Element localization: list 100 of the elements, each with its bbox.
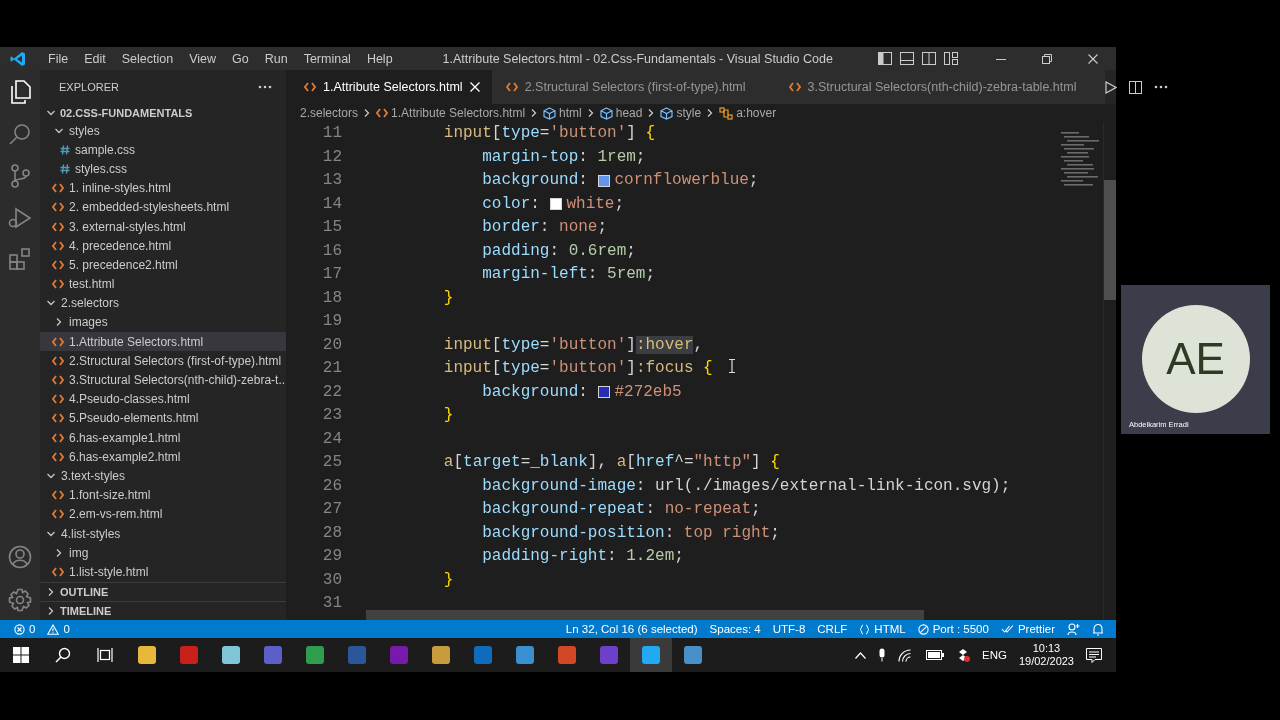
split-editor-icon[interactable] xyxy=(1129,80,1143,94)
tree-item[interactable]: 2.Structural Selectors (first-of-type).html xyxy=(40,351,286,371)
close-icon[interactable] xyxy=(1088,53,1098,64)
line-number: 30 xyxy=(322,569,342,591)
status-item[interactable]: CRLF xyxy=(811,623,854,635)
cube-icon xyxy=(599,106,613,120)
status-item[interactable]: 0 xyxy=(41,623,76,635)
files-icon[interactable] xyxy=(9,80,31,104)
section-header[interactable]: OUTLINE xyxy=(40,582,286,601)
wifi-icon[interactable] xyxy=(898,648,914,662)
tree-item[interactable]: 3. external-styles.html xyxy=(40,216,286,237)
run-debug-icon[interactable] xyxy=(8,207,32,229)
extensions-icon[interactable] xyxy=(9,248,31,270)
menu-item[interactable]: Go xyxy=(224,51,257,66)
tree-item[interactable]: styles.css xyxy=(40,159,286,179)
caret-up-icon[interactable] xyxy=(855,651,866,659)
menu-item[interactable]: File xyxy=(40,51,77,66)
tree-item[interactable]: 1.list-style.html xyxy=(40,562,286,582)
tree-item[interactable]: 1.Attribute Selectors.html xyxy=(40,332,286,352)
breadcrumb[interactable]: style xyxy=(660,106,702,120)
task-view-icon[interactable] xyxy=(97,647,113,663)
tree-item[interactable]: img xyxy=(40,543,286,563)
menu-item[interactable]: Run xyxy=(256,51,296,66)
tree-item[interactable]: styles xyxy=(40,121,286,141)
split-layout-icon[interactable] xyxy=(922,52,936,65)
feedback-icon[interactable] xyxy=(1067,622,1080,636)
run-icon[interactable] xyxy=(1105,80,1118,94)
status-item[interactable]: Prettier xyxy=(994,623,1061,635)
tree-item[interactable]: 1.font-size.html xyxy=(40,485,286,505)
tree-item[interactable]: 3.Structural Selectors(nth-child)-zebra-t... xyxy=(40,370,286,390)
text-cursor-icon xyxy=(728,359,736,373)
tree-item[interactable]: 4.Pseudo-classes.html xyxy=(40,389,286,409)
color-swatch[interactable] xyxy=(550,198,563,211)
status-item[interactable]: Spaces: 4 xyxy=(703,623,767,635)
menu-item[interactable]: Selection xyxy=(113,51,182,66)
windows-start-icon[interactable] xyxy=(13,647,29,663)
code-text: background-repeat: no-repeat; xyxy=(481,499,761,520)
menu-item[interactable]: Terminal xyxy=(295,51,359,66)
tree-item[interactable]: 2. embedded-stylesheets.html xyxy=(40,197,286,217)
code-text: background: xyxy=(481,381,589,403)
status-item[interactable]: Ln 32, Col 16 (6 selected) xyxy=(559,623,704,635)
tree-item[interactable]: 6.has-example2.html xyxy=(40,447,286,467)
input-language[interactable]: ENG xyxy=(982,649,1007,661)
error-icon xyxy=(14,623,25,635)
editor-tab[interactable]: 1.Attribute Selectors.html xyxy=(290,70,492,104)
tree-item[interactable]: 1. inline-styles.html xyxy=(40,178,286,198)
toggle-panel-icon[interactable] xyxy=(900,52,914,65)
tree-item[interactable]: test.html xyxy=(40,274,286,294)
tree-item[interactable]: sample.css xyxy=(40,140,286,160)
source-control-icon[interactable] xyxy=(9,164,31,188)
line-number: 14 xyxy=(322,193,342,215)
code-brackets-icon xyxy=(52,240,64,251)
battery-icon[interactable] xyxy=(926,650,944,660)
code-brackets-icon xyxy=(52,432,64,443)
status-item[interactable]: UTF-8 xyxy=(766,623,812,635)
tree-item[interactable]: 6.has-example1.html xyxy=(40,428,286,448)
status-item[interactable]: 0 xyxy=(8,623,42,635)
microphone-icon[interactable] xyxy=(878,648,886,662)
editor-tab[interactable]: 2.Structural Selectors (first-of-type).html xyxy=(491,70,775,104)
breadcrumb[interactable]: 2.selectors xyxy=(300,106,359,120)
scrollbar-thumb[interactable] xyxy=(1104,180,1116,300)
breadcrumb[interactable]: a:hover xyxy=(719,106,777,120)
tree-item[interactable]: 4. precedence.html xyxy=(40,236,286,256)
search-icon[interactable] xyxy=(55,647,71,663)
bell-icon[interactable] xyxy=(1092,622,1104,636)
breadcrumb[interactable]: 1.Attribute Selectors.html xyxy=(376,106,526,120)
tree-item[interactable]: 5. precedence2.html xyxy=(40,255,286,275)
scrollbar-thumb[interactable] xyxy=(366,610,924,620)
status-item[interactable]: HTML xyxy=(853,623,912,635)
line-number: 29 xyxy=(322,546,342,567)
account-icon[interactable] xyxy=(8,545,32,569)
tree-item[interactable]: 2.selectors xyxy=(40,293,286,313)
notification-icon[interactable] xyxy=(1086,647,1102,663)
toggle-sidebar-icon[interactable] xyxy=(878,52,892,65)
settings-icon[interactable] xyxy=(8,588,32,612)
editor-tab[interactable]: 3.Structural Selectors(nth-child)-zebra-table.html xyxy=(774,70,1106,104)
tree-item[interactable]: 5.Pseudo-elements.html xyxy=(40,408,286,428)
code-brackets-icon xyxy=(52,375,64,386)
line-number: 15 xyxy=(322,217,342,238)
status-item[interactable]: Port : 5500 xyxy=(911,623,995,635)
restore-icon[interactable] xyxy=(1042,53,1052,64)
breadcrumb[interactable]: head xyxy=(599,106,643,120)
more-icon[interactable] xyxy=(1154,85,1169,89)
tree-item[interactable]: 4.list-styles xyxy=(40,523,286,544)
menu-item[interactable]: Edit xyxy=(76,51,114,66)
menu-item[interactable]: Help xyxy=(358,51,401,66)
code-text: input[type='button']:hover, xyxy=(442,334,704,356)
color-swatch[interactable] xyxy=(598,174,611,187)
tree-item[interactable]: 3.text-styles xyxy=(40,466,286,486)
color-swatch[interactable] xyxy=(598,386,611,399)
workspace-header[interactable]: 02.CSS-FUNDAMENTALS xyxy=(40,104,286,121)
more-icon[interactable] xyxy=(258,85,272,89)
breadcrumb[interactable]: html xyxy=(543,106,582,120)
menu-item[interactable]: View xyxy=(181,51,224,66)
taskbar-app[interactable] xyxy=(630,638,672,672)
tree-item[interactable]: 2.em-vs-rem.html xyxy=(40,504,286,524)
layout-grid-icon[interactable] xyxy=(944,52,958,65)
code-text: padding-right: 1.2em; xyxy=(481,546,684,567)
line-number: 28 xyxy=(322,522,342,544)
tree-item[interactable]: images xyxy=(40,312,286,333)
